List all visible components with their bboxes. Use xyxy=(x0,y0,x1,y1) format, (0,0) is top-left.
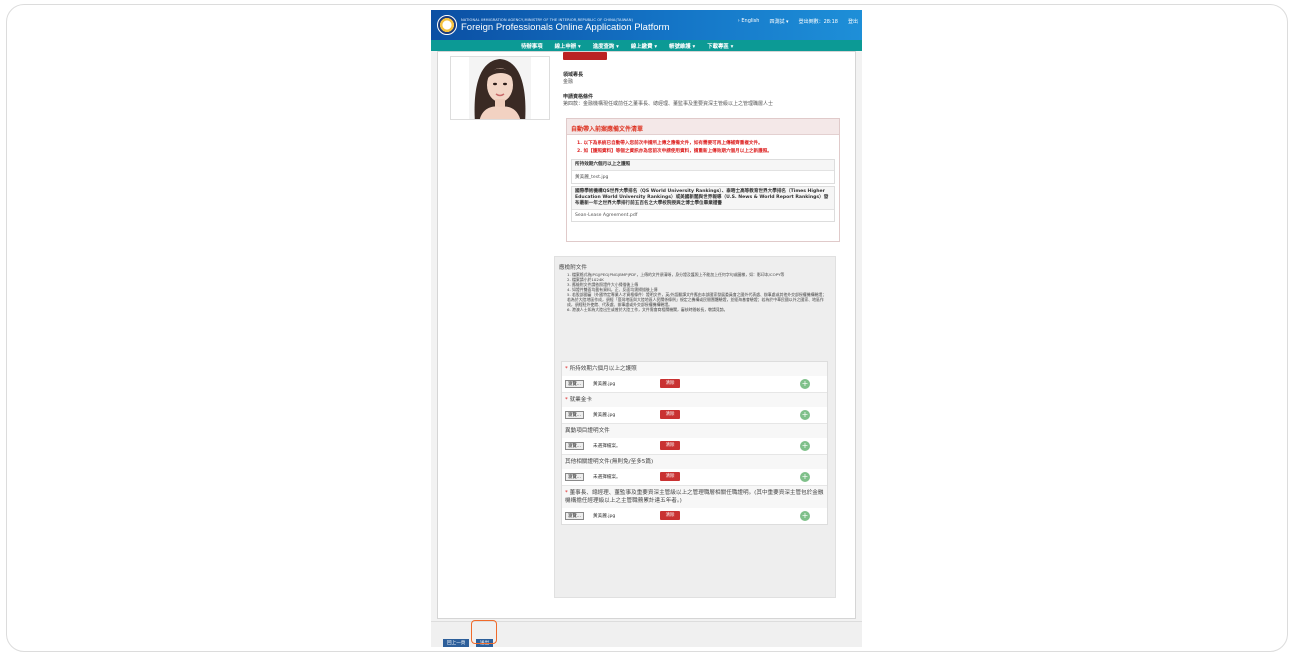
browse-button[interactable]: 瀏覽... xyxy=(565,411,584,419)
upload-item: * 就業金卡 瀏覽... 黃美麗.jpg 清除 + xyxy=(562,393,827,424)
nav-account[interactable]: 帳號維護 ▾ xyxy=(669,42,695,50)
browse-button[interactable]: 瀏覽... xyxy=(565,473,584,481)
upload-item-label: * 所持效期六個月以上之護照 xyxy=(562,362,827,376)
test-menu[interactable]: 四測試 ▾ xyxy=(769,18,788,25)
upload-item-label: * 就業金卡 xyxy=(562,393,827,407)
application-window: NATIONAL IMMIGRATION AGENCY,MINISTRY OF … xyxy=(431,10,862,647)
upload-item-label: * 董事長、總經理、董監事及重要資深主管級以上之管理職層相關任職證明。(其中重要… xyxy=(562,486,827,508)
required-mark: * xyxy=(565,490,568,496)
upload-item-title: 其他相關證明文件(無則免/至多5篇) xyxy=(565,459,654,465)
upload-item-title: 異動項目證明文件 xyxy=(565,428,610,434)
upload-list: * 所持效期六個月以上之護照 瀏覽... 黃美麗.jpg 清除 + * 就業金卡… xyxy=(561,361,828,525)
main-nav: 待辦事項 線上申辦 ▾ 進度查詢 ▾ 線上繳費 ▾ 帳號維護 ▾ 下載專區 ▾ xyxy=(431,40,862,51)
logout-timer: 登出倒數：28:18 xyxy=(798,19,838,25)
upload-item: * 董事長、總經理、董監事及重要資深主管級以上之管理職層相關任職證明。(其中重要… xyxy=(562,486,827,524)
applicant-photo-card xyxy=(450,56,550,120)
upload-item-title: 就業金卡 xyxy=(569,397,592,403)
upload-item: 其他相關證明文件(無則免/至多5篇) 瀏覽... 未選擇檔案。 清除 + xyxy=(562,455,827,486)
upload-item: * 所持效期六個月以上之護照 瀏覽... 黃美麗.jpg 清除 + xyxy=(562,362,827,393)
top-red-button[interactable] xyxy=(563,52,607,60)
upload-item-title: 所持效期六個月以上之護照 xyxy=(569,366,637,372)
auto-doc-item: 國際學術機構QS世界大學排名（QS World University Ranki… xyxy=(571,186,835,222)
field-label: 領域專長 xyxy=(563,72,584,78)
qualification-label: 申請資格條件 xyxy=(563,94,594,100)
header-links: › English 四測試 ▾ 登出倒數：28:18 登出 xyxy=(738,18,858,25)
file-name: 黃美麗.jpg xyxy=(593,382,616,387)
browse-button[interactable]: 瀏覽... xyxy=(565,442,584,450)
auto-docs-note-2: 2. 如【護照資料】等個之資訊亦為您前次申請使用資料，請重新上傳效期六個月以上之… xyxy=(577,149,772,154)
browse-button[interactable]: 瀏覽... xyxy=(565,512,584,520)
nav-todo[interactable]: 待辦事項 xyxy=(521,42,543,50)
upload-item-label: 異動項目證明文件 xyxy=(562,424,827,438)
upload-row: 瀏覽... 黃美麗.jpg 清除 + xyxy=(562,407,827,423)
auto-doc-title: 所持效期六個月以上之護照 xyxy=(572,160,834,171)
applicant-photo xyxy=(469,57,531,119)
add-file-icon[interactable]: + xyxy=(800,511,810,521)
add-file-icon[interactable]: + xyxy=(800,410,810,420)
upload-item-title: 董事長、總經理、董監事及重要資深主管級以上之管理職層相關任職證明。(其中重要資深… xyxy=(565,490,824,504)
file-name: 黃美麗.jpg xyxy=(593,514,616,519)
add-file-icon[interactable]: + xyxy=(800,472,810,482)
logout-link[interactable]: 登出 xyxy=(848,18,858,25)
field-value: 金融 xyxy=(563,79,574,85)
upload-panel: 應檢附文件 1. 檔案格式為JPG|JPEG|PNG|BMP|PDF，上傳的文件… xyxy=(554,256,836,598)
auto-doc-item: 所持效期六個月以上之護照 黃美麗_test.jpg xyxy=(571,159,835,184)
file-name: 未選擇檔案。 xyxy=(593,444,621,449)
upload-row: 瀏覽... 黃美麗.jpg 清除 + xyxy=(562,508,827,524)
platform-title: Foreign Professionals Online Application… xyxy=(461,22,670,33)
auto-doc-file[interactable]: 黃美麗_test.jpg xyxy=(572,171,834,183)
upload-row: 瀏覽... 未選擇檔案。 清除 + xyxy=(562,438,827,454)
upload-row: 瀏覽... 黃美麗.jpg 清除 + xyxy=(562,376,827,392)
main-content: 領域專長 金融 申請資格條件 第四款：金融機構現任或前任之董事長、總經理、董監事… xyxy=(437,51,856,619)
auto-doc-file[interactable]: Sean-Lease Agreement.pdf xyxy=(572,210,834,221)
nav-payment[interactable]: 線上繳費 ▾ xyxy=(631,42,657,50)
clear-button[interactable]: 清除 xyxy=(660,472,680,481)
required-mark: * xyxy=(565,366,568,372)
required-mark: * xyxy=(565,397,568,403)
nav-apply[interactable]: 線上申辦 ▾ xyxy=(555,42,581,50)
auto-docs-note-1: 1. 以下為系統已自動帶入您前次申請所上傳之應備文件，如有需要可再上傳補齊重複文… xyxy=(577,141,763,146)
auto-doc-title: 國際學術機構QS世界大學排名（QS World University Ranki… xyxy=(572,187,834,210)
auto-docs-panel: 自動帶入前案應備文件清單 1. 以下為系統已自動帶入您前次申請所上傳之應備文件，… xyxy=(566,118,840,242)
upload-row: 瀏覽... 未選擇檔案。 清除 + xyxy=(562,469,827,485)
clear-button[interactable]: 清除 xyxy=(660,511,680,520)
file-name: 黃美麗.jpg xyxy=(593,413,616,418)
clear-button[interactable]: 清除 xyxy=(660,410,680,419)
english-link[interactable]: › English xyxy=(738,18,760,25)
clear-button[interactable]: 清除 xyxy=(660,441,680,450)
qualification-value: 第四款：金融機構現任或前任之董事長、總經理、董監事及重要資深主管級以上之管理職層… xyxy=(563,101,774,107)
previous-page-button[interactable]: 回上一頁 xyxy=(443,639,470,647)
upload-rules: 1. 檔案格式為JPG|JPEG|PNG|BMP|PDF，上傳的文件須清晰，身分… xyxy=(567,272,829,312)
site-header: NATIONAL IMMIGRATION AGENCY,MINISTRY OF … xyxy=(431,10,862,40)
add-file-icon[interactable]: + xyxy=(800,441,810,451)
file-name: 未選擇檔案。 xyxy=(593,475,621,480)
rule-item: 6. 港澳人士如為大陸出生或曾於大陸工作，文件需會商相關機關，審核時間較長，敬請… xyxy=(567,307,728,312)
agency-logo xyxy=(437,15,457,35)
submit-highlight xyxy=(471,620,497,644)
add-file-icon[interactable]: + xyxy=(800,379,810,389)
upload-item: 異動項目證明文件 瀏覽... 未選擇檔案。 清除 + xyxy=(562,424,827,455)
rule-item: 5. 若股部國審（外國特定專業人才資格條件）證明文件，英/外語翻譯文件應由本部國… xyxy=(567,292,827,307)
auto-docs-title: 自動帶入前案應備文件清單 xyxy=(567,119,839,135)
upload-title: 應檢附文件 xyxy=(559,265,587,271)
nav-download[interactable]: 下載專區 ▾ xyxy=(707,42,733,50)
nav-progress[interactable]: 進度查詢 ▾ xyxy=(593,42,619,50)
browse-button[interactable]: 瀏覽... xyxy=(565,380,584,388)
upload-item-label: 其他相關證明文件(無則免/至多5篇) xyxy=(562,455,827,469)
clear-button[interactable]: 清除 xyxy=(660,379,680,388)
